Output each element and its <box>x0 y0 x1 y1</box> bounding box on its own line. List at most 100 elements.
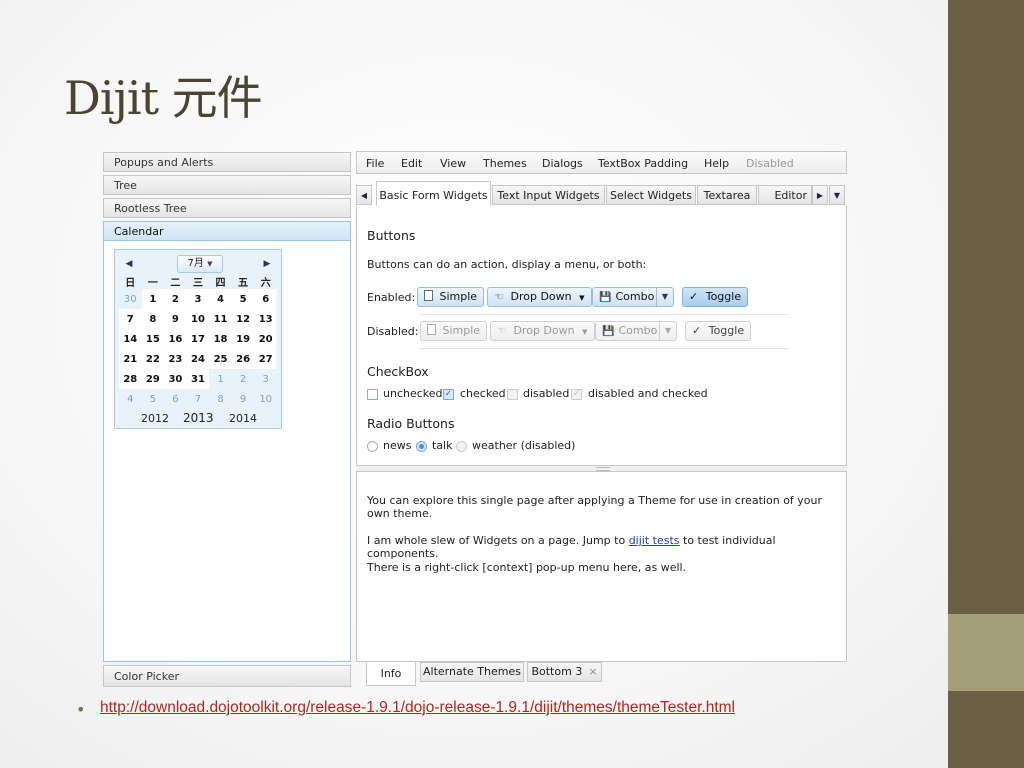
calendar-day[interactable]: 26 <box>231 349 255 369</box>
calendar-day[interactable]: 13 <box>254 309 277 329</box>
calendar-day[interactable]: 28 <box>119 369 142 389</box>
dropdown-button[interactable]: ☜ Drop Down ▼ <box>487 287 592 307</box>
menu-view[interactable]: View <box>440 157 466 170</box>
calendar-day[interactable]: 11 <box>209 309 232 329</box>
tab-text-input-widgets[interactable]: Text Input Widgets <box>492 185 605 205</box>
combo-button-arrow-icon[interactable]: ▼ <box>656 287 674 307</box>
calendar-weekday-header: 日 <box>125 278 136 289</box>
calendar-day[interactable]: 12 <box>231 309 255 329</box>
calendar-day[interactable]: 5 <box>141 389 165 409</box>
calendar-prev-month-icon[interactable]: ◀ <box>121 256 137 272</box>
calendar-day[interactable]: 17 <box>186 329 210 349</box>
close-icon[interactable]: × <box>588 665 597 678</box>
info-line-2-prefix: I am whole slew of Widgets on a page. Ju… <box>367 534 629 547</box>
menu-edit[interactable]: Edit <box>401 157 422 170</box>
calendar-day[interactable]: 7 <box>119 309 142 329</box>
calendar-day[interactable]: 20 <box>254 329 277 349</box>
calendar-day[interactable]: 31 <box>186 369 210 389</box>
calendar-day[interactable]: 6 <box>254 289 277 309</box>
calendar-widget: ◀ 7月 ▼ ▶ 日一二三四五六 30 1 2 3 4 5 6 7 8 9 10 11 12 13 14 15… <box>114 249 282 429</box>
hand-icon: ☜ <box>494 292 504 303</box>
calendar-next-month-icon[interactable]: ▶ <box>259 256 275 272</box>
calendar-day[interactable]: 4 <box>119 389 142 409</box>
checkbox-checked[interactable]: ✓ <box>443 389 454 400</box>
calendar-day[interactable]: 1 <box>209 369 232 389</box>
accordion-header-popups[interactable]: Popups and Alerts <box>103 152 351 172</box>
buttons-description: Buttons can do an action, display a menu… <box>367 258 647 271</box>
calendar-day[interactable]: 5 <box>231 289 255 309</box>
calendar-day[interactable]: 1 <box>141 289 165 309</box>
calendar-day[interactable]: 15 <box>141 329 165 349</box>
calendar-day[interactable]: 2 <box>164 289 187 309</box>
theme-tester-link[interactable]: http://download.dojotoolkit.org/release-… <box>100 699 735 717</box>
calendar-day[interactable]: 24 <box>186 349 210 369</box>
radio-heading: Radio Buttons <box>367 416 455 431</box>
tab-bottom-3[interactable]: Bottom 3 × <box>527 662 602 682</box>
menu-file[interactable]: File <box>366 157 384 170</box>
accordion-header-rootless-tree[interactable]: Rootless Tree <box>103 198 351 218</box>
calendar-prev-year[interactable]: 2012 <box>141 412 169 425</box>
calendar-day[interactable]: 7 <box>186 389 210 409</box>
calendar-week-row: 30 1 2 3 4 5 6 <box>119 289 277 309</box>
tab-textarea[interactable]: Textarea <box>697 185 757 205</box>
menu-help[interactable]: Help <box>704 157 729 170</box>
calendar-next-year[interactable]: 2014 <box>229 412 257 425</box>
calendar-day[interactable]: 30 <box>164 369 187 389</box>
menu-dialogs[interactable]: Dialogs <box>542 157 583 170</box>
tab-scroll-left-icon[interactable]: ◀ <box>356 185 372 205</box>
calendar-day[interactable]: 16 <box>164 329 187 349</box>
calendar-day[interactable]: 10 <box>186 309 210 329</box>
calendar-day[interactable]: 9 <box>231 389 255 409</box>
calendar-day[interactable]: 21 <box>119 349 142 369</box>
calendar-day[interactable]: 2 <box>231 369 255 389</box>
calendar-day[interactable]: 3 <box>186 289 210 309</box>
calendar-day[interactable]: 19 <box>231 329 255 349</box>
toggle-button[interactable]: ✓ Toggle <box>682 287 749 307</box>
theme-tester-screenshot: Popups and Alerts Tree Rootless Tree Cal… <box>103 151 847 687</box>
tab-alternate-themes[interactable]: Alternate Themes <box>420 662 524 682</box>
menu-themes[interactable]: Themes <box>483 157 527 170</box>
calendar-day[interactable]: 8 <box>141 309 165 329</box>
tab-basic-form-widgets[interactable]: Basic Form Widgets <box>376 181 491 206</box>
accordion-header-calendar[interactable]: Calendar <box>103 221 351 241</box>
tab-info[interactable]: Info <box>366 662 416 686</box>
accordion-header-tree[interactable]: Tree <box>103 175 351 195</box>
calendar-day[interactable]: 8 <box>209 389 232 409</box>
bottom-tab-strip: Info Alternate Themes Bottom 3 × <box>356 662 847 687</box>
tab-menu-icon[interactable]: ▼ <box>829 185 845 205</box>
calendar-day[interactable]: 27 <box>254 349 277 369</box>
calendar-day[interactable]: 22 <box>141 349 165 369</box>
tab-select-widgets[interactable]: Select Widgets <box>606 185 696 205</box>
menu-textbox-padding[interactable]: TextBox Padding <box>598 157 688 170</box>
calendar-day[interactable]: 23 <box>164 349 187 369</box>
calendar-day[interactable]: 3 <box>254 369 277 389</box>
calendar-day[interactable]: 9 <box>164 309 187 329</box>
combo-button[interactable]: 💾 Combo <box>592 287 662 307</box>
simple-button-label: Simple <box>439 290 478 303</box>
calendar-day[interactable]: 6 <box>164 389 187 409</box>
chevron-down-icon: ▼ <box>582 328 588 336</box>
tab-scroll-right-icon[interactable]: ▶ <box>812 185 828 205</box>
calendar-month-dropdown[interactable]: 7月 ▼ <box>177 255 223 273</box>
dijit-tests-link[interactable]: dijit tests <box>629 534 680 547</box>
calendar-day[interactable]: 10 <box>254 389 277 409</box>
radio-news[interactable] <box>367 441 378 452</box>
info-pane: You can explore this single page after a… <box>356 471 847 662</box>
info-line-2: I am whole slew of Widgets on a page. Ju… <box>367 534 837 560</box>
calendar-day[interactable]: 30 <box>119 289 142 309</box>
accordion-header-color-picker[interactable]: Color Picker <box>103 665 351 687</box>
combo-button-disabled-label: Combo <box>618 324 658 337</box>
tab-editor[interactable]: Editor <box>758 185 812 205</box>
radio-talk[interactable] <box>416 441 427 452</box>
radio-talk-label: talk <box>432 439 453 452</box>
checkbox-unchecked[interactable] <box>367 389 378 400</box>
calendar-day[interactable]: 18 <box>209 329 232 349</box>
calendar-day[interactable]: 14 <box>119 329 142 349</box>
calendar-day[interactable]: 4 <box>209 289 232 309</box>
checkbox-checked-label: checked <box>460 387 506 400</box>
calendar-week-row: 14 15 16 17 18 19 20 <box>119 329 277 349</box>
hand-icon: ☜ <box>497 326 507 337</box>
calendar-day[interactable]: 29 <box>141 369 165 389</box>
simple-button[interactable]: Simple <box>417 287 485 307</box>
calendar-day[interactable]: 25 <box>209 349 232 369</box>
